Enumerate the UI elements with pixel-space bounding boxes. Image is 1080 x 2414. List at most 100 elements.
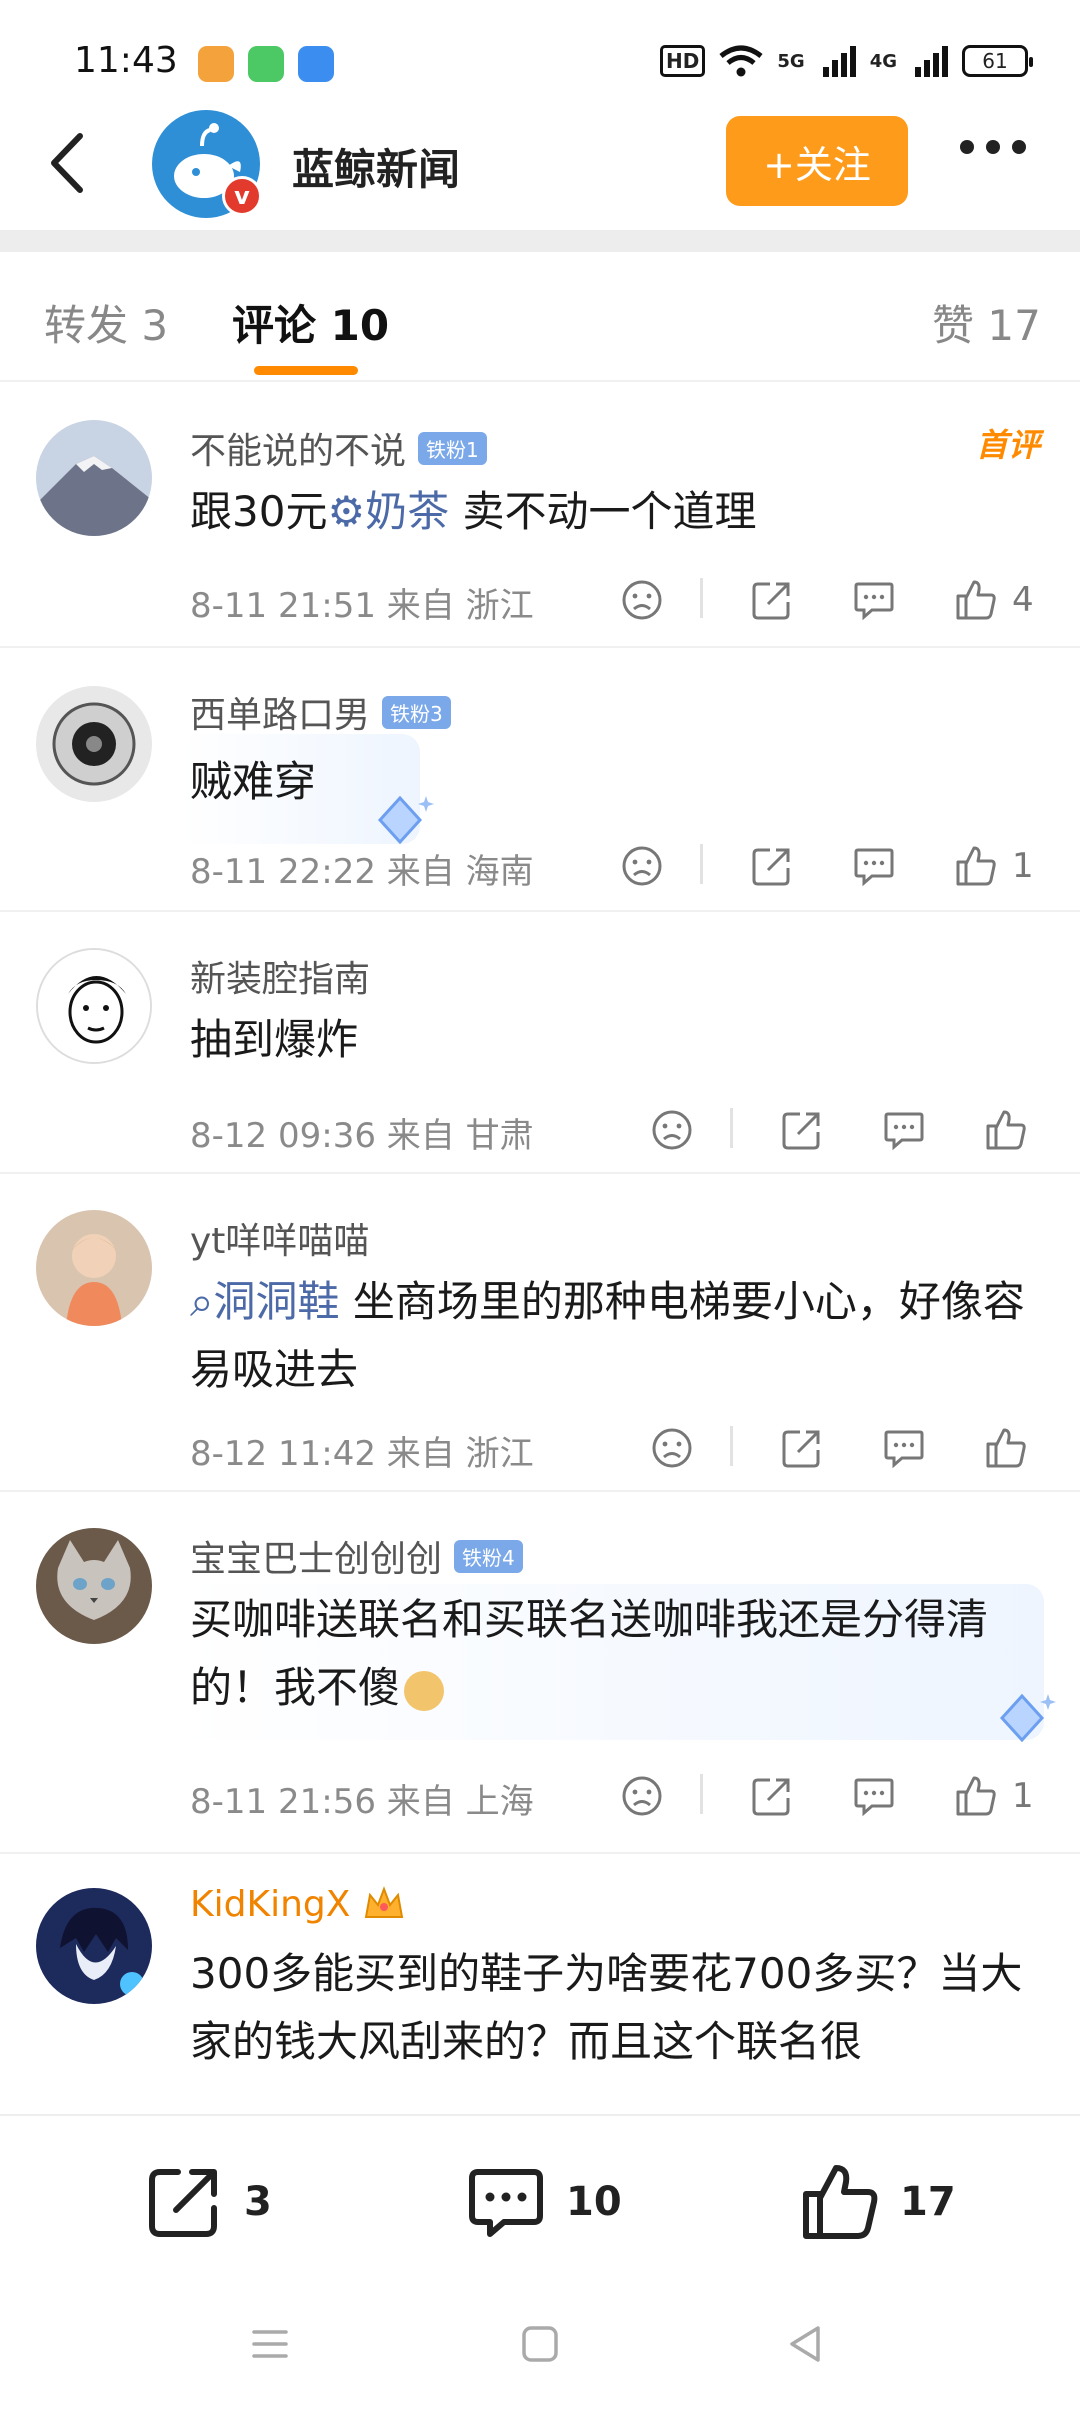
comment-time: 8-11 21:56	[190, 1782, 376, 1822]
avatar[interactable]	[36, 1528, 152, 1644]
crown-icon	[365, 1885, 404, 1918]
like-button[interactable]: 4	[954, 570, 1034, 630]
comment-item: 西单路口男 铁粉3 贼难穿 8-11 22:22 来自 海南 1	[0, 648, 1080, 912]
comment-location: 来自 甘肃	[386, 1116, 534, 1156]
search-link[interactable]: ⌕洞洞鞋	[190, 1277, 340, 1326]
avatar[interactable]	[36, 420, 152, 536]
search-link-text: 洞洞鞋	[213, 1277, 340, 1326]
back-arrow-icon[interactable]	[40, 128, 100, 198]
account-name[interactable]: 蓝鲸新闻	[292, 136, 460, 197]
comment-actions	[650, 1418, 1080, 1478]
comment-item: yt咩咩喵喵 ⌕洞洞鞋 坐商场里的那种电梯要小心，好像容易吸进去 8-12 11…	[0, 1174, 1080, 1492]
share-button[interactable]	[750, 836, 794, 896]
username-text: 不能说的不说	[190, 431, 407, 472]
comment-username[interactable]: 宝宝巴士创创创 铁粉4	[190, 1530, 523, 1582]
comment-item: 新装腔指南 抽到爆炸 8-12 09:36 来自 甘肃	[0, 912, 1080, 1174]
interaction-tabs: 转发 3 评论 10 赞 17	[0, 252, 1080, 382]
comment-text: ⌕洞洞鞋 坐商场里的那种电梯要小心，好像容易吸进去	[190, 1268, 1040, 1404]
files-app-icon	[298, 46, 334, 82]
anime-avatar-icon	[36, 1888, 152, 2004]
first-comment-badge: 首评	[975, 426, 1040, 464]
cat-avatar-icon	[36, 1528, 152, 1644]
comment-actions: 4	[620, 570, 1080, 630]
reply-button[interactable]	[852, 1766, 896, 1826]
comment-meta: 8-11 21:56 来自 上海	[190, 1774, 534, 1823]
frown-icon	[622, 846, 662, 886]
more-options-icon[interactable]	[960, 140, 1026, 154]
share-icon	[782, 1430, 820, 1468]
comment-username[interactable]: yt咩咩喵喵	[190, 1212, 369, 1264]
thumbs-up-icon	[803, 2165, 878, 2239]
comment-username[interactable]: 西单路口男 铁粉3	[190, 686, 451, 738]
tab-comments[interactable]: 评论 10	[232, 292, 389, 353]
repost-button[interactable]: 3	[144, 2162, 272, 2242]
comment-text: 买咖啡送联名和买联名送咖啡我还是分得清的！我不傻	[190, 1586, 1020, 1722]
like-button[interactable]: 1	[954, 836, 1034, 896]
messages-app-icon	[248, 46, 284, 82]
tab-reposts[interactable]: 转发 3	[44, 292, 168, 353]
fan-badge: 铁粉1	[418, 431, 487, 465]
comment-meta: 8-12 09:36 来自 甘肃	[190, 1108, 534, 1157]
menu-nav-icon[interactable]	[248, 2322, 292, 2366]
reply-button[interactable]	[882, 1100, 926, 1160]
reply-button[interactable]	[852, 570, 896, 630]
share-button[interactable]	[780, 1100, 824, 1160]
like-button[interactable]: 1	[954, 1766, 1034, 1826]
comment-time: 8-12 11:42	[190, 1434, 376, 1474]
fan-badge: 铁粉3	[382, 695, 451, 729]
dislike-button[interactable]	[620, 836, 664, 896]
comment-location: 来自 浙江	[386, 586, 534, 626]
divider	[700, 578, 703, 618]
comment-item: KidKingX 300多能买到的鞋子为啥要花700多买？当大家的钱大风刮来的？…	[0, 1854, 1080, 2114]
comment-icon	[884, 1430, 924, 1469]
tab-likes[interactable]: 赞 17	[932, 292, 1041, 353]
share-icon	[752, 582, 790, 620]
battery-icon: 61	[962, 45, 1033, 77]
follow-button[interactable]: +关注	[726, 116, 908, 206]
share-button[interactable]	[780, 1418, 824, 1478]
dislike-button[interactable]	[620, 570, 664, 630]
topic-link[interactable]: ⚙奶茶	[327, 487, 449, 536]
reply-button[interactable]	[852, 836, 896, 896]
avatar[interactable]	[36, 1210, 152, 1326]
share-button[interactable]	[750, 570, 794, 630]
divider	[730, 1426, 733, 1466]
comment-username[interactable]: 不能说的不说 铁粉1	[190, 422, 487, 474]
like-button[interactable]	[984, 1100, 1042, 1160]
doge-emoji-icon	[404, 1670, 445, 1711]
like-button[interactable]	[984, 1418, 1042, 1478]
avatar[interactable]	[36, 1888, 152, 2004]
username-text: KidKingX	[190, 1884, 351, 1925]
comment-time: 8-12 09:36	[190, 1116, 376, 1156]
comment-time: 8-11 21:51	[190, 586, 376, 626]
comment-meta: 8-12 11:42 来自 浙江	[190, 1426, 534, 1475]
avatar[interactable]	[36, 686, 152, 802]
section-divider	[0, 230, 1080, 252]
comment-item: 宝宝巴士创创创 铁粉4 买咖啡送联名和买联名送咖啡我还是分得清的！我不傻 8-1…	[0, 1492, 1080, 1854]
comment-actions	[650, 1100, 1080, 1160]
comment-icon	[854, 1778, 894, 1817]
comment-username[interactable]: 新装腔指南	[190, 950, 370, 1002]
avatar[interactable]	[36, 948, 152, 1064]
comment-username[interactable]: KidKingX	[190, 1884, 406, 1925]
comment-text: 跟30元⚙奶茶 卖不动一个道理	[190, 478, 1040, 546]
comment-text: 抽到爆炸	[190, 1015, 359, 1064]
home-nav-icon[interactable]	[518, 2322, 562, 2366]
share-button[interactable]	[750, 1766, 794, 1826]
back-nav-icon[interactable]	[784, 2322, 828, 2366]
comment-button[interactable]: 10	[466, 2162, 622, 2242]
thumbs-up-icon	[956, 846, 996, 886]
status-time: 11:43	[74, 40, 178, 81]
status-app-icons	[198, 46, 334, 82]
hd-icon: HD	[660, 45, 706, 77]
comment-meta: 8-11 21:51 来自 浙江	[190, 578, 534, 627]
divider	[700, 1774, 703, 1814]
dislike-button[interactable]	[650, 1418, 694, 1478]
username-text: 新装腔指南	[190, 959, 371, 1000]
weibo-app-icon	[198, 46, 234, 82]
reply-button[interactable]	[882, 1418, 926, 1478]
like-post-button[interactable]: 17	[800, 2162, 956, 2242]
dislike-button[interactable]	[620, 1766, 664, 1826]
comment-item: 不能说的不说 铁粉1 首评 跟30元⚙奶茶 卖不动一个道理 8-11 21:51…	[0, 384, 1080, 648]
dislike-button[interactable]	[650, 1100, 694, 1160]
